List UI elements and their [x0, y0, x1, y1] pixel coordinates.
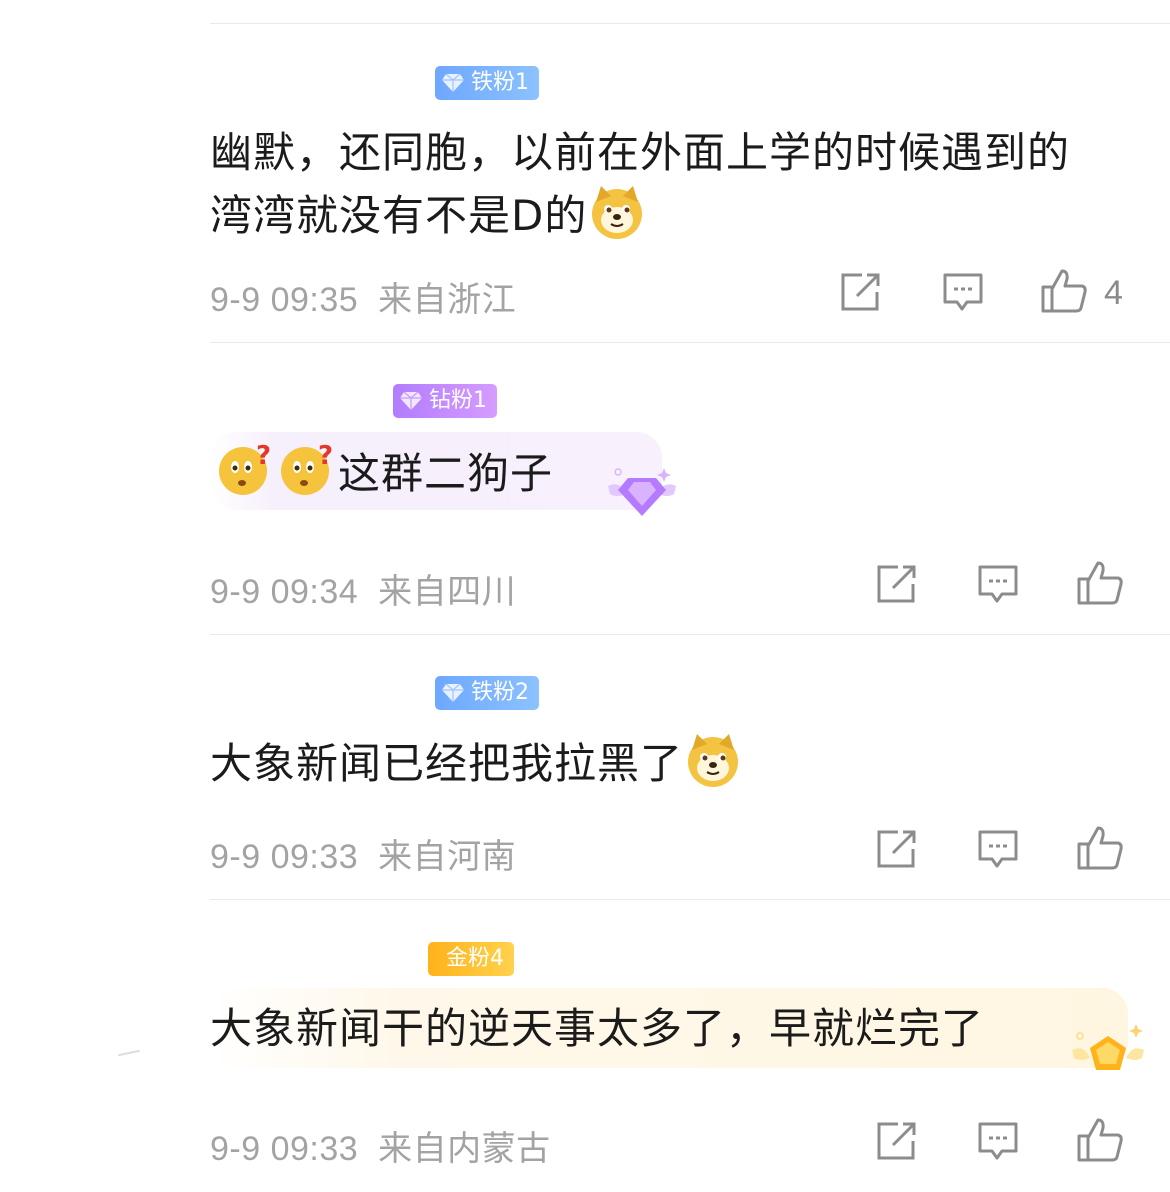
- fan-badge[interactable]: 钻粉1: [393, 384, 497, 418]
- like-button[interactable]: [1076, 825, 1124, 871]
- divider: [210, 899, 1170, 900]
- decoration-mark: [118, 1049, 140, 1057]
- comment-text-line: 幽默，还同胞，以前在外面上学的时候遇到的: [210, 128, 1071, 177]
- like-button[interactable]: [1040, 268, 1088, 314]
- reply-icon: [978, 565, 1018, 603]
- comment-location: 来自四川: [378, 573, 517, 611]
- comment-text-line: 这群二狗子: [338, 449, 554, 498]
- comment-time: 9-9 09:35: [210, 281, 359, 319]
- comment-text: ? ? 这群二狗子: [214, 440, 553, 515]
- comment-time: 9-9 09:33: [210, 1130, 359, 1168]
- diamond-gem-icon: [442, 73, 464, 92]
- comment-text: 幽默，还同胞，以前在外面上学的时候遇到的 湾湾就没有不是D的: [210, 122, 1070, 257]
- like-icon: [1077, 1118, 1123, 1162]
- fan-badge[interactable]: 铁粉1: [435, 66, 539, 100]
- svg-text:?: ?: [256, 441, 272, 471]
- share-icon: [877, 1122, 916, 1160]
- comment-time: 9-9 09:33: [210, 838, 359, 876]
- share-button[interactable]: [876, 1121, 918, 1161]
- reply-button[interactable]: [977, 564, 1019, 606]
- like-icon: [1077, 826, 1123, 870]
- comment-meta: 9-9 09:35 来自浙江: [210, 272, 516, 321]
- like-button[interactable]: [1076, 1117, 1124, 1163]
- badge-label: 钻粉1: [429, 388, 487, 413]
- reply-icon: [943, 273, 983, 311]
- confused-emoji: ?: [278, 440, 336, 515]
- gold-decoration: [1068, 1022, 1148, 1082]
- fan-badge[interactable]: 铁粉2: [435, 676, 539, 710]
- comment-meta: 9-9 09:33 来自内蒙古: [210, 1121, 551, 1170]
- fan-badge[interactable]: 金粉4: [428, 942, 514, 976]
- doge-emoji: [685, 732, 741, 805]
- reply-icon: [978, 1122, 1018, 1160]
- diamond-decoration: [604, 464, 680, 524]
- share-button[interactable]: [876, 829, 918, 869]
- confused-emoji: ?: [216, 440, 274, 515]
- divider: [210, 634, 1170, 635]
- comment-text: 大象新闻已经把我拉黑了: [210, 732, 743, 805]
- share-button[interactable]: [876, 564, 918, 604]
- comment-text-line: 大象新闻干的逆天事太多了，早就烂完了: [210, 1004, 985, 1053]
- share-icon: [877, 830, 916, 868]
- comment-text-line: 湾湾就没有不是D的: [210, 191, 588, 240]
- comment-text-line: 大象新闻已经把我拉黑了: [210, 739, 684, 788]
- reply-icon: [978, 830, 1018, 868]
- comment-text: 大象新闻干的逆天事太多了，早就烂完了: [210, 998, 984, 1060]
- share-icon: [877, 565, 916, 603]
- reply-button[interactable]: [977, 1121, 1019, 1163]
- like-count: 4: [1104, 274, 1123, 312]
- share-button[interactable]: [840, 272, 882, 312]
- comment-location: 来自河南: [378, 838, 517, 876]
- badge-label: 铁粉2: [471, 680, 529, 705]
- doge-emoji: [589, 184, 645, 257]
- svg-text:?: ?: [318, 441, 334, 471]
- comment-location: 来自浙江: [378, 281, 517, 319]
- comment-time: 9-9 09:34: [210, 573, 359, 611]
- comment-location: 来自内蒙古: [378, 1130, 551, 1168]
- comment-meta: 9-9 09:33 来自河南: [210, 829, 516, 878]
- diamond-gem-icon: [608, 468, 676, 516]
- like-button[interactable]: [1076, 560, 1124, 606]
- like-icon: [1041, 269, 1087, 313]
- like-icon: [1077, 561, 1123, 605]
- reply-button[interactable]: [977, 829, 1019, 871]
- reply-button[interactable]: [942, 272, 984, 314]
- divider: [210, 23, 1170, 24]
- badge-label: 铁粉1: [471, 70, 529, 95]
- diamond-gem-icon: [442, 683, 464, 702]
- share-icon: [841, 273, 880, 311]
- comment-meta: 9-9 09:34 来自四川: [210, 564, 516, 613]
- diamond-gem-icon: [400, 391, 422, 410]
- gold-crown-icon: [1072, 1024, 1144, 1070]
- divider: [210, 342, 1170, 343]
- badge-label: 金粉4: [446, 946, 504, 971]
